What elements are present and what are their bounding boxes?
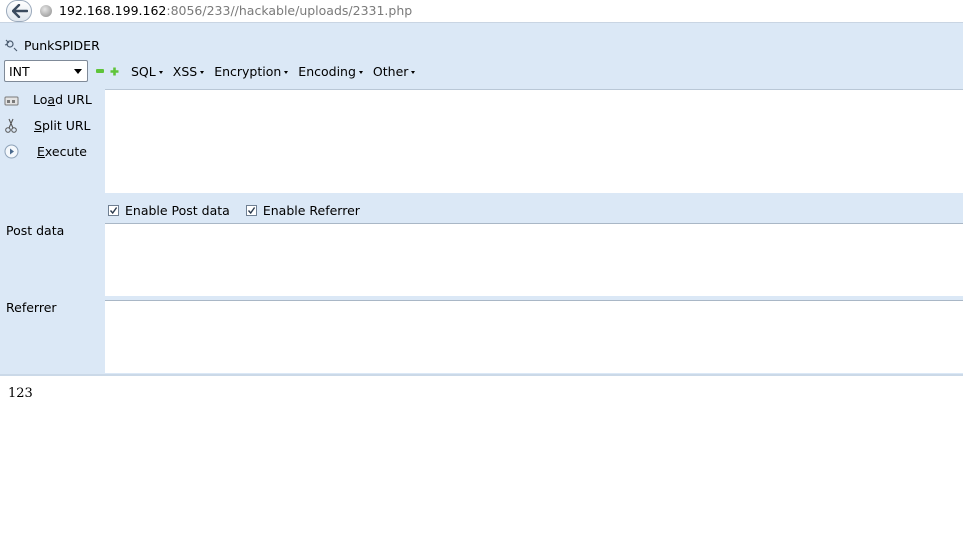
globe-icon [40,5,52,17]
dropdown-icon [200,70,205,74]
page-output-text: 123 [8,386,33,401]
url-field[interactable]: 192.168.199.162:8056/233//hackable/uploa… [59,3,412,18]
hackbar-title: PunkSPIDER [24,37,100,53]
menu-encryption-label: Encryption [214,63,282,79]
post-data-label: Post data [6,223,65,238]
hackbar-toolbar: INT SQL XSS Encryption Encoding Other [4,58,416,84]
execute-label: Execute [37,144,87,159]
back-button[interactable] [6,0,32,22]
split-url-button[interactable]: Split URL [4,115,102,137]
options-row: Enable Post data Enable Referrer [108,201,376,219]
enable-post-label: Enable Post data [125,202,230,218]
checkmark-icon [109,206,118,214]
split-url-label: Split URL [34,118,91,133]
referrer-textarea[interactable] [105,300,963,373]
referrer-label: Referrer [6,300,57,315]
arrow-left-icon [12,4,28,18]
checkmark-icon [247,206,256,214]
type-select-value: INT [9,64,30,79]
menu-xss[interactable]: XSS [172,63,205,79]
spider-icon [4,39,18,52]
hackbar-brand: PunkSPIDER [4,36,100,54]
minus-icon [96,69,104,73]
enable-referrer-checkbox[interactable] [245,204,257,216]
hackbar-panel: PunkSPIDER INT SQL XSS Encryption Encodi… [0,23,963,375]
address-bar: 192.168.199.162:8056/233//hackable/uploa… [0,0,963,23]
url-host: 192.168.199.162 [59,3,167,18]
menu-sql-label: SQL [131,63,156,79]
plus-icon[interactable] [110,67,119,76]
load-url-button[interactable]: Load URL [4,89,102,111]
load-icon [4,96,19,106]
post-data-textarea[interactable] [105,223,963,296]
menu-xss-label: XSS [172,63,198,79]
decrease-button[interactable] [96,67,104,75]
menu-other[interactable]: Other [373,64,416,79]
menu-encoding[interactable]: Encoding [298,64,363,79]
play-icon [4,144,19,159]
chevron-down-icon [74,69,82,74]
enable-post-checkbox[interactable] [108,204,119,216]
url-textarea[interactable] [105,89,963,193]
menu-sql[interactable]: SQL [131,64,163,79]
dropdown-icon [358,70,363,74]
type-select[interactable]: INT [4,60,88,82]
dropdown-icon [411,70,416,74]
url-path: :8056/233//hackable/uploads/2331.php [166,3,413,18]
menu-encryption[interactable]: Encryption [214,63,289,79]
execute-button[interactable]: Execute [4,141,102,163]
dropdown-icon [158,70,163,74]
menu-encoding-label: Encoding [298,63,356,79]
menu-other-label: Other [372,63,409,79]
scissors-icon [5,118,17,133]
enable-referrer-label: Enable Referrer [262,202,360,218]
dropdown-icon [284,70,289,74]
panel-divider [0,374,963,376]
load-url-label: Load URL [33,92,92,107]
